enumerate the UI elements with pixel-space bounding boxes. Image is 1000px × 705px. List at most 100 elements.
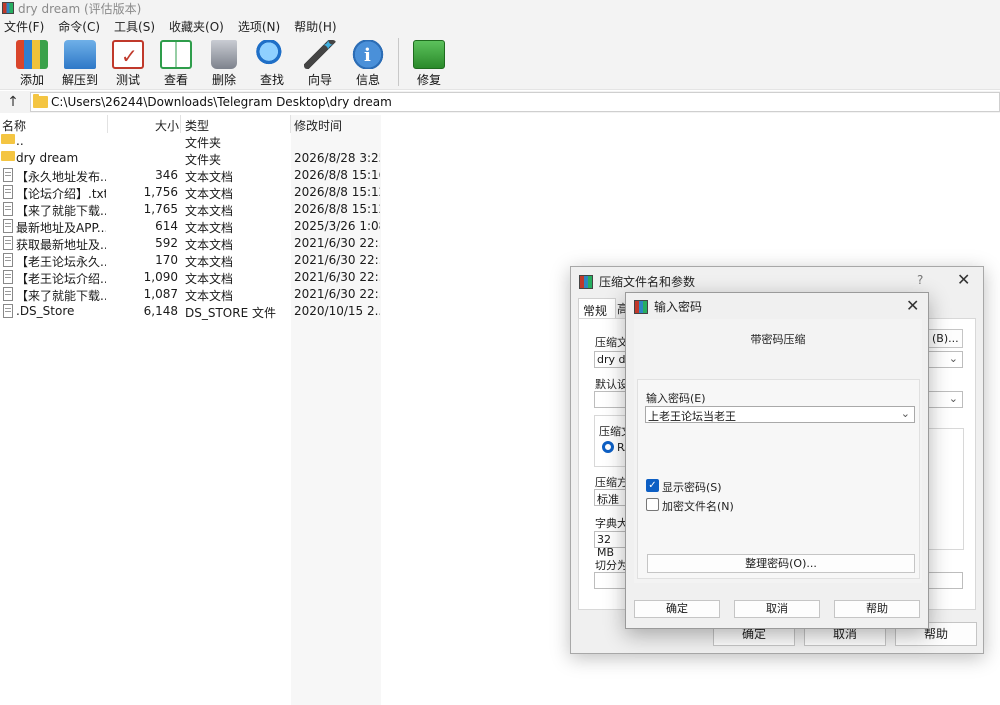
file-type: 文本文档 [185, 204, 234, 218]
file-row[interactable]: .DS_Store 6,148 DS_STORE 文件 2020/10/15 2... [0, 303, 381, 320]
menu-options[interactable]: 选项(N) [238, 18, 280, 35]
wizard-button[interactable]: 向导 [296, 36, 344, 88]
text-file-icon [3, 236, 13, 250]
menu-commands[interactable]: 命令(C) [58, 18, 100, 35]
folder-extract-icon [64, 40, 96, 69]
file-type: 文本文档 [185, 272, 234, 286]
column-header-type[interactable]: 类型 [185, 117, 209, 134]
column-header-modified[interactable]: 修改时间 [294, 117, 342, 134]
file-size: 346 [155, 168, 178, 182]
menu-favorites[interactable]: 收藏夹(O) [169, 18, 224, 35]
file-modified: 2026/8/8 15:12 [294, 202, 380, 216]
encrypt-filenames-checkbox[interactable] [646, 498, 659, 511]
browse-button[interactable]: (B)... [927, 329, 963, 348]
up-arrow-icon[interactable]: ↑ [0, 94, 26, 110]
password-cancel-button[interactable]: 取消 [734, 600, 820, 618]
file-row[interactable]: 【来了就能下载... 1,087 文本文档 2021/6/30 22:... [0, 286, 381, 303]
chevron-down-icon[interactable]: ⌄ [901, 407, 910, 420]
delete-button[interactable]: 删除 [200, 36, 248, 88]
file-row[interactable]: 【老王论坛介绍... 1,090 文本文档 2021/6/30 22:... [0, 269, 381, 286]
close-icon[interactable]: ✕ [906, 296, 919, 315]
column-divider[interactable] [290, 115, 291, 133]
password-help-button[interactable]: 帮助 [834, 600, 920, 618]
tab-general[interactable]: 常规 [578, 298, 616, 318]
password-value: 上老王论坛当老王 [648, 410, 736, 423]
menu-file[interactable]: 文件(F) [4, 18, 44, 35]
help-question-icon[interactable]: ? [917, 273, 923, 287]
file-row[interactable]: 【论坛介绍】.txt 1,756 文本文档 2026/8/8 15:12 [0, 184, 381, 201]
file-modified: 2020/10/15 2... [294, 304, 380, 318]
column-header-name[interactable]: 名称 [2, 117, 26, 134]
file-row[interactable]: 【来了就能下载... 1,765 文本文档 2026/8/8 15:12 [0, 201, 381, 218]
file-name: 【永久地址发布... [16, 170, 106, 184]
file-row[interactable]: dry dream 文件夹 2026/8/28 3:25 [0, 150, 381, 167]
path-text: C:\Users\26244\Downloads\Telegram Deskto… [51, 95, 392, 109]
title-bar: dry dream (评估版本) [0, 0, 1000, 16]
file-row[interactable]: 最新地址及APP... 614 文本文档 2025/3/26 1:08 [0, 218, 381, 235]
file-list-header: 名称 大小 类型 修改时间 [0, 115, 381, 133]
folder-icon [1, 134, 15, 144]
file-name: 【老王论坛永久... [16, 255, 106, 269]
file-name: 【来了就能下载... [16, 289, 106, 303]
path-field[interactable]: C:\Users\26244\Downloads\Telegram Deskto… [30, 92, 1000, 112]
enter-password-label: 输入密码(E) [646, 392, 706, 405]
chevron-down-icon: ⌄ [948, 392, 958, 405]
file-type: DS_STORE 文件 [185, 306, 276, 320]
manage-passwords-button[interactable]: 整理密码(O)... [647, 554, 915, 573]
text-file-icon [3, 270, 13, 284]
archive-name-label: 压缩文 [595, 336, 628, 349]
test-button[interactable]: 测试 [104, 36, 152, 88]
file-size: 6,148 [143, 304, 178, 318]
update-mode-select[interactable] [927, 572, 963, 589]
show-password-checkbox[interactable]: ✓ [646, 479, 659, 492]
file-name: .DS_Store [16, 304, 75, 318]
file-type: 文本文档 [185, 289, 234, 303]
test-button-label: 测试 [115, 73, 140, 87]
password-ok-button[interactable]: 确定 [634, 600, 720, 618]
file-type: 文本文档 [185, 255, 234, 269]
info-button[interactable]: 信息 [344, 36, 392, 88]
add-button[interactable]: 添加 [8, 36, 56, 88]
format-rar-radio[interactable] [602, 441, 614, 453]
text-file-icon [3, 287, 13, 301]
extract-button[interactable]: 解压到 [56, 36, 104, 88]
file-row[interactable]: .. 文件夹 [0, 133, 381, 150]
column-divider[interactable] [107, 115, 108, 133]
repair-button[interactable]: 修复 [405, 36, 453, 88]
repair-button-label: 修复 [416, 73, 441, 87]
file-row[interactable]: 【老王论坛永久... 170 文本文档 2021/6/30 22:... [0, 252, 381, 269]
view-button[interactable]: 查看 [152, 36, 200, 88]
extract-button-label: 解压到 [61, 73, 98, 87]
file-modified: 2026/8/8 15:16 [294, 168, 380, 182]
file-name: 获取最新地址及... [16, 238, 106, 252]
info-icon [352, 40, 384, 69]
text-file-icon [3, 304, 13, 318]
info-button-label: 信息 [355, 73, 380, 87]
file-row[interactable]: 【永久地址发布... 346 文本文档 2026/8/8 15:16 [0, 167, 381, 184]
delete-button-label: 删除 [211, 73, 236, 87]
find-button[interactable]: 查找 [248, 36, 296, 88]
password-dialog: 输入密码 ✕ 带密码压缩 输入密码(E) 上老王论坛当老王 ⌄ ✓ 显示密码(S… [625, 292, 929, 629]
column-header-size[interactable]: 大小 [155, 117, 179, 134]
file-type: 文本文档 [185, 221, 234, 235]
password-group: 输入密码(E) 上老王论坛当老王 ⌄ ✓ 显示密码(S) 加密文件名(N) 整理… [637, 379, 920, 579]
password-input[interactable]: 上老王论坛当老王 ⌄ [645, 406, 915, 423]
file-type: 文本文档 [185, 238, 234, 252]
file-type: 文本文档 [185, 187, 234, 201]
file-row[interactable]: 获取最新地址及... 592 文本文档 2021/6/30 22:... [0, 235, 381, 252]
add-button-label: 添加 [19, 73, 44, 87]
file-name: 【论坛介绍】.txt [16, 187, 106, 201]
trash-can-icon [211, 40, 237, 69]
close-icon[interactable]: ✕ [957, 270, 970, 289]
password-heading: 带密码压缩 [750, 333, 806, 346]
file-type: 文件夹 [185, 136, 222, 150]
menu-tools[interactable]: 工具(S) [114, 18, 155, 35]
file-modified: 2025/3/26 1:08 [294, 219, 380, 233]
file-size: 170 [155, 253, 178, 267]
password-dialog-titlebar: 输入密码 [634, 298, 702, 315]
toolbar: 添加 解压到 测试 查看 删除 查找 向导 信息 修复 [0, 36, 1000, 90]
show-password-label: 显示密码(S) [662, 481, 722, 494]
file-size: 1,765 [143, 202, 178, 216]
menu-help[interactable]: 帮助(H) [294, 18, 336, 35]
column-divider[interactable] [180, 115, 181, 133]
